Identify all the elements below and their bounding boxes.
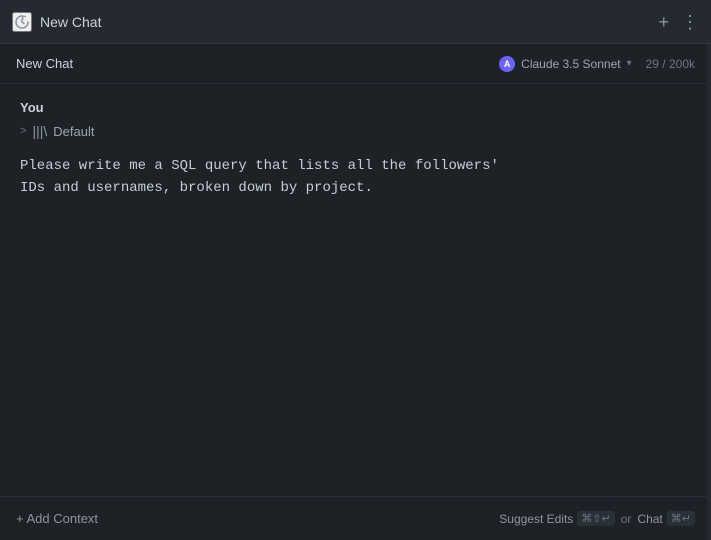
bottom-actions: Suggest Edits ⌘⇧↵ or Chat ⌘↵	[499, 511, 695, 526]
chat-area: You > |||\ Default Please write me a SQL…	[0, 84, 711, 540]
menu-button[interactable]: ⋮	[681, 13, 699, 31]
default-row[interactable]: > |||\ Default	[20, 123, 691, 139]
message-section: You > |||\ Default Please write me a SQL…	[20, 100, 691, 200]
model-icon: A	[499, 56, 515, 72]
model-selector[interactable]: A Claude 3.5 Sonnet ▾ 29 / 200k	[499, 56, 695, 72]
chat-shortcut: ⌘↵	[667, 511, 695, 526]
message-text: Please write me a SQL query that lists a…	[20, 155, 691, 200]
token-count: 29 / 200k	[646, 57, 695, 71]
suggest-edits-button[interactable]: Suggest Edits ⌘⇧↵	[499, 511, 614, 526]
title-bar-actions: + ⋮	[658, 13, 699, 31]
title-bar: New Chat + ⋮	[0, 0, 711, 44]
default-label: Default	[53, 124, 94, 139]
model-name: Claude 3.5 Sonnet	[521, 57, 620, 71]
add-context-button[interactable]: + Add Context	[16, 511, 98, 526]
message-author-label: You	[20, 100, 691, 115]
chat-title: New Chat	[16, 56, 73, 71]
chat-button[interactable]: Chat ⌘↵	[637, 511, 695, 526]
right-edge	[707, 44, 711, 540]
history-icon[interactable]	[12, 12, 32, 32]
default-bars-icon: |||\	[32, 123, 47, 139]
sub-header: New Chat A Claude 3.5 Sonnet ▾ 29 / 200k	[0, 44, 711, 84]
or-separator: or	[621, 512, 632, 526]
default-chevron-icon: >	[20, 125, 26, 137]
model-chevron-icon: ▾	[627, 58, 632, 69]
title-bar-title: New Chat	[40, 14, 650, 30]
suggest-edits-shortcut: ⌘⇧↵	[577, 511, 614, 526]
add-chat-button[interactable]: +	[658, 13, 669, 31]
bottom-bar: + Add Context Suggest Edits ⌘⇧↵ or Chat …	[0, 496, 711, 540]
app-container: New Chat + ⋮ New Chat A Claude 3.5 Sonne…	[0, 0, 711, 540]
